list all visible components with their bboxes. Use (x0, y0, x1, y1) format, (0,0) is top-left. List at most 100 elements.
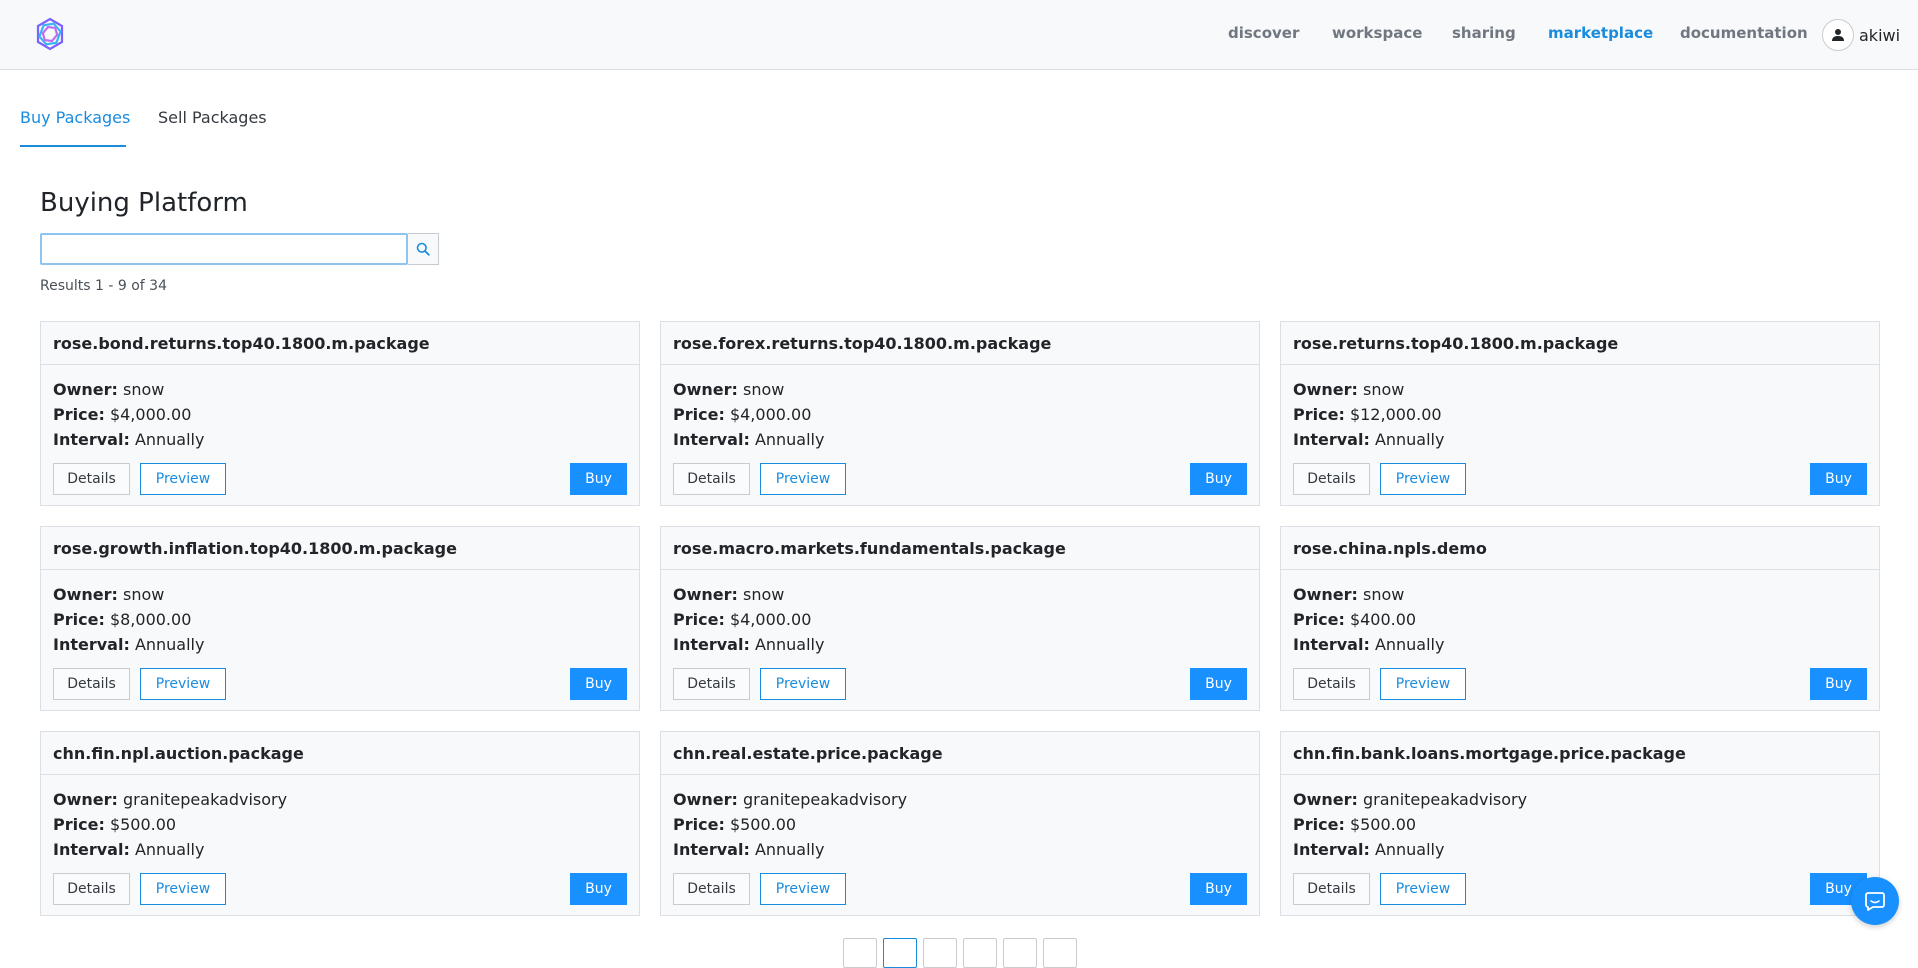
interval-label: Interval: (673, 840, 750, 859)
interval-label: Interval: (1293, 840, 1370, 859)
nav-link-workspace[interactable]: workspace (1332, 24, 1422, 42)
preview-button[interactable]: Preview (1380, 873, 1466, 905)
details-button[interactable]: Details (673, 873, 750, 905)
owner-label: Owner: (53, 380, 118, 399)
package-info: Owner: snow Price: $4,000.00 Interval: Ann… (661, 365, 1259, 452)
interval-row: Interval: Annually (1293, 427, 1867, 452)
interval-row: Interval: Annually (1293, 837, 1867, 862)
nav-link-sharing[interactable]: sharing (1452, 24, 1516, 42)
details-button[interactable]: Details (53, 463, 130, 495)
details-button[interactable]: Details (673, 668, 750, 700)
owner-row: Owner: granitepeakadvisory (1293, 787, 1867, 812)
price-label: Price: (1293, 610, 1345, 629)
preview-button[interactable]: Preview (760, 668, 846, 700)
package-info: Owner: snow Price: $4,000.00 Interval: Ann… (661, 570, 1259, 657)
package-card: rose.china.npls.demo Owner: snow Price: $4… (1280, 526, 1880, 711)
details-button[interactable]: Details (53, 668, 130, 700)
page-title: Buying Platform (40, 188, 248, 218)
price-label: Price: (673, 610, 725, 629)
owner-value: snow (1363, 380, 1405, 399)
interval-label: Interval: (673, 430, 750, 449)
buy-button[interactable]: Buy (570, 668, 627, 700)
buy-button[interactable]: Buy (570, 463, 627, 495)
owner-label: Owner: (53, 790, 118, 809)
tab-buy-packages[interactable]: Buy Packages (20, 108, 130, 127)
details-button[interactable]: Details (673, 463, 750, 495)
user-avatar[interactable] (1822, 19, 1854, 51)
details-button[interactable]: Details (1293, 668, 1370, 700)
owner-row: Owner: snow (673, 377, 1247, 402)
owner-label: Owner: (53, 585, 118, 604)
details-button[interactable]: Details (1293, 873, 1370, 905)
details-button[interactable]: Details (1293, 463, 1370, 495)
search-button[interactable] (408, 233, 439, 265)
interval-row: Interval: Annually (53, 837, 627, 862)
preview-button[interactable]: Preview (140, 873, 226, 905)
interval-label: Interval: (53, 840, 130, 859)
price-value: $8,000.00 (109, 610, 192, 629)
preview-button[interactable]: Preview (1380, 463, 1466, 495)
interval-value: Annually (1374, 635, 1445, 654)
interval-value: Annually (754, 840, 825, 859)
buy-button[interactable]: Buy (1190, 668, 1247, 700)
logo-icon[interactable] (34, 17, 66, 51)
package-info: Owner: granitepeakadvisory Price: $500.00… (41, 775, 639, 862)
price-row: Price: $12,000.00 (1293, 402, 1867, 427)
package-card: rose.forex.returns.top40.1800.m.package O… (660, 321, 1260, 506)
price-value: $400.00 (1349, 610, 1417, 629)
interval-row: Interval: Annually (53, 427, 627, 452)
owner-value: snow (743, 380, 785, 399)
owner-label: Owner: (1293, 380, 1358, 399)
price-row: Price: $500.00 (673, 812, 1247, 837)
price-value: $500.00 (1349, 815, 1417, 834)
owner-row: Owner: granitepeakadvisory (53, 787, 627, 812)
price-label: Price: (1293, 405, 1345, 424)
preview-button[interactable]: Preview (140, 668, 226, 700)
package-info: Owner: snow Price: $12,000.00 Interval: An… (1281, 365, 1879, 452)
user-icon (1832, 29, 1844, 41)
owner-value: granitepeakadvisory (1363, 790, 1528, 809)
package-card: rose.returns.top40.1800.m.package Owner: … (1280, 321, 1880, 506)
user-name[interactable]: akiwi (1859, 26, 1900, 45)
price-row: Price: $4,000.00 (53, 402, 627, 427)
owner-row: Owner: snow (1293, 582, 1867, 607)
details-button[interactable]: Details (53, 873, 130, 905)
owner-value: snow (1363, 585, 1405, 604)
owner-row: Owner: granitepeakadvisory (673, 787, 1247, 812)
buy-button[interactable]: Buy (570, 873, 627, 905)
price-row: Price: $4,000.00 (673, 402, 1247, 427)
nav-link-discover[interactable]: discover (1228, 24, 1299, 42)
interval-label: Interval: (53, 430, 130, 449)
package-card: rose.growth.inflation.top40.1800.m.packa… (40, 526, 640, 711)
price-value: $4,000.00 (729, 405, 812, 424)
price-row: Price: $4,000.00 (673, 607, 1247, 632)
owner-row: Owner: snow (673, 582, 1247, 607)
interval-value: Annually (134, 840, 205, 859)
owner-value: snow (123, 380, 165, 399)
owner-row: Owner: snow (53, 377, 627, 402)
price-row: Price: $400.00 (1293, 607, 1867, 632)
buy-button[interactable]: Buy (1190, 463, 1247, 495)
nav-link-documentation[interactable]: documentation (1680, 24, 1808, 42)
tab-sell-packages[interactable]: Sell Packages (158, 108, 267, 127)
package-card: chn.real.estate.price.package Owner: gran… (660, 731, 1260, 916)
chat-launcher-button[interactable] (1851, 877, 1899, 925)
package-info: Owner: granitepeakadvisory Price: $500.00… (1281, 775, 1879, 862)
results-count: Results 1 - 9 of 34 (40, 278, 167, 294)
buy-button[interactable]: Buy (1190, 873, 1247, 905)
interval-row: Interval: Annually (673, 837, 1247, 862)
buy-button[interactable]: Buy (1810, 668, 1867, 700)
preview-button[interactable]: Preview (140, 463, 226, 495)
buy-button[interactable]: Buy (1810, 463, 1867, 495)
owner-value: granitepeakadvisory (743, 790, 908, 809)
package-name: rose.forex.returns.top40.1800.m.package (661, 322, 1259, 365)
preview-button[interactable]: Preview (760, 463, 846, 495)
package-name: rose.china.npls.demo (1281, 527, 1879, 570)
search-input[interactable] (40, 233, 408, 265)
preview-button[interactable]: Preview (760, 873, 846, 905)
preview-button[interactable]: Preview (1380, 668, 1466, 700)
package-card: chn.fin.bank.loans.mortgage.price.packag… (1280, 731, 1880, 916)
price-row: Price: $8,000.00 (53, 607, 627, 632)
nav-link-marketplace[interactable]: marketplace (1548, 24, 1653, 42)
package-info: Owner: granitepeakadvisory Price: $500.00… (661, 775, 1259, 862)
